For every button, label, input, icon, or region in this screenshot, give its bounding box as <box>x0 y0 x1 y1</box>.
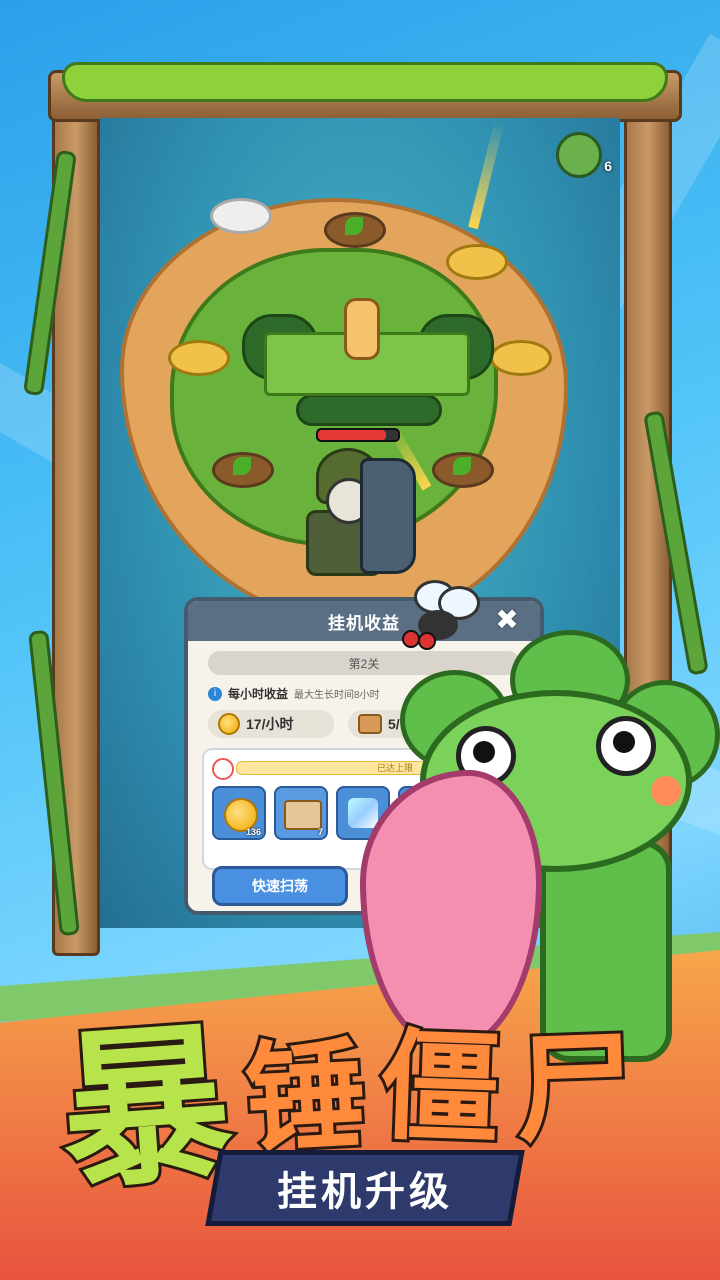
boss-hp-bar <box>316 428 400 442</box>
subtitle: 挂机升级 <box>277 1169 453 1215</box>
timer-icon <box>212 758 234 780</box>
title-char: 僵 <box>374 1014 505 1163</box>
plant-pad[interactable] <box>324 212 386 248</box>
blush <box>651 776 681 806</box>
flower-plant[interactable] <box>168 340 230 376</box>
reward-item[interactable]: 7 <box>274 786 328 840</box>
coin-icon <box>218 713 240 735</box>
reward-count: 136 <box>245 827 261 837</box>
avatar-count: 6 <box>604 158 612 174</box>
scroll-icon <box>284 800 322 830</box>
zombie-boss[interactable] <box>296 448 416 578</box>
hedge <box>296 394 442 426</box>
info-icon[interactable]: i <box>208 686 222 701</box>
title-char: 尸 <box>510 1016 641 1165</box>
rate-label: 每小时收益 <box>228 687 289 701</box>
eye <box>596 716 656 776</box>
plant-pad[interactable] <box>212 452 274 488</box>
flower-plant[interactable] <box>490 340 552 376</box>
player-avatar[interactable] <box>556 132 602 178</box>
subtitle-plate: 挂机升级 <box>205 1150 525 1226</box>
light-beam <box>468 120 505 230</box>
reward-item[interactable]: 136 <box>212 786 266 840</box>
sprout-icon <box>453 457 471 475</box>
cloud-plant[interactable] <box>210 198 272 234</box>
plant-pad[interactable] <box>432 452 494 488</box>
riot-shield <box>360 458 416 574</box>
boss-hp-fill <box>318 430 386 440</box>
golden-pedestal[interactable] <box>446 244 508 280</box>
sprout-icon <box>345 217 363 235</box>
coin-rate-box: 17/小时 <box>208 710 334 738</box>
title-char: 暴 <box>51 1001 240 1216</box>
coin-rate: 17/小时 <box>246 716 294 732</box>
hero-character[interactable] <box>344 298 380 360</box>
game-title: 暴 锤 僵 尸 <box>40 970 680 1216</box>
quick-sweep-button[interactable]: 快速扫荡 <box>212 866 348 906</box>
sprout-icon <box>233 457 251 475</box>
reward-count: 7 <box>317 827 323 837</box>
green-slime-drip <box>62 62 668 102</box>
